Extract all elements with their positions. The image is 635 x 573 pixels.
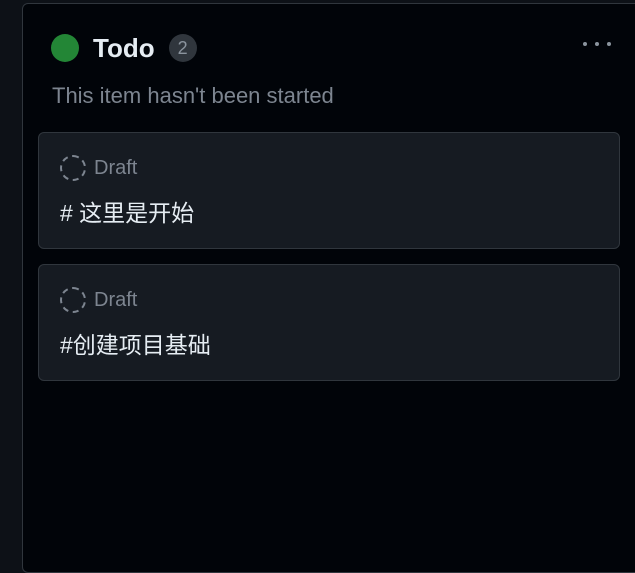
kebab-horizontal-icon xyxy=(595,42,599,46)
card-type-label: Draft xyxy=(94,157,138,179)
card-type-label: Draft xyxy=(94,289,138,311)
card-meta: Draft xyxy=(60,287,137,313)
board-column-todo: Todo 2 This item hasn't been started Dra… xyxy=(22,3,635,573)
item-count-badge: 2 xyxy=(168,34,197,62)
card-title[interactable]: # 这里是开始 xyxy=(60,199,194,227)
board-background xyxy=(0,0,22,565)
draft-issue-icon xyxy=(60,287,86,313)
draft-item-card[interactable]: Draft # 这里是开始 xyxy=(38,132,620,249)
column-description: This item hasn't been started xyxy=(52,83,334,108)
card-meta: Draft xyxy=(60,155,137,181)
draft-issue-icon xyxy=(60,155,86,181)
draft-item-card[interactable]: Draft #创建项目基础 xyxy=(38,264,620,381)
column-title: Todo xyxy=(93,33,155,63)
status-dot-icon xyxy=(51,34,79,62)
kebab-horizontal-icon xyxy=(583,42,587,46)
column-menu-button[interactable] xyxy=(581,35,613,53)
kebab-horizontal-icon xyxy=(607,42,611,46)
column-header: Todo 2 xyxy=(51,33,197,63)
card-title[interactable]: #创建项目基础 xyxy=(60,331,211,359)
